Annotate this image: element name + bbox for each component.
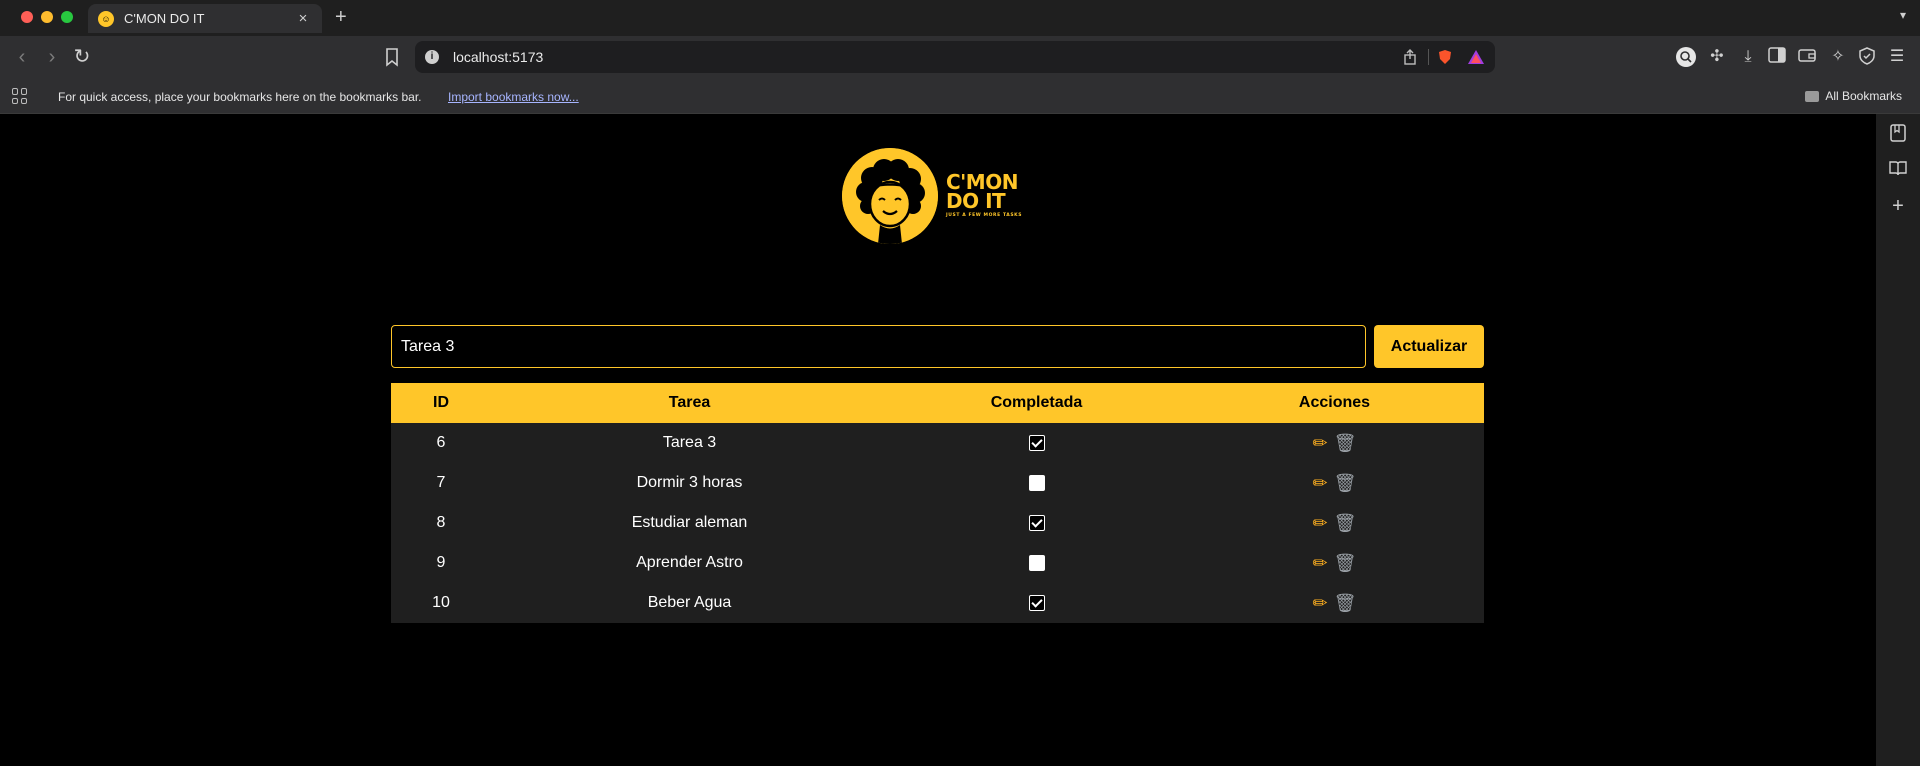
- add-panel-plus-icon[interactable]: +: [1888, 196, 1908, 216]
- table-header-row: ID Tarea Completada Acciones: [391, 383, 1484, 423]
- header-completed: Completada: [888, 383, 1185, 423]
- task-id: 6: [391, 423, 491, 463]
- browser-tab[interactable]: ☺ C'MON DO IT ×: [88, 4, 322, 33]
- url-text[interactable]: localhost:5173: [453, 49, 543, 65]
- update-button[interactable]: Actualizar: [1374, 325, 1484, 368]
- task-name: Dormir 3 horas: [491, 463, 888, 503]
- extensions-puzzle-icon[interactable]: ✣: [1707, 47, 1727, 67]
- brave-shields-icon[interactable]: [1437, 49, 1453, 65]
- maximize-window-button[interactable]: [61, 11, 73, 23]
- pencil-icon[interactable]: ✏: [1313, 593, 1328, 614]
- bookmarks-bar: For quick access, place your bookmarks h…: [0, 78, 1920, 114]
- search-lens-icon[interactable]: [1676, 47, 1696, 67]
- pencil-icon[interactable]: ✏: [1313, 473, 1328, 494]
- import-bookmarks-link[interactable]: Import bookmarks now...: [448, 90, 579, 104]
- tab-search-chevron-icon[interactable]: ▾: [1900, 8, 1906, 22]
- bookmark-icon[interactable]: [384, 47, 400, 67]
- forward-arrow-icon[interactable]: ›: [40, 45, 64, 69]
- wallet-icon[interactable]: [1797, 47, 1817, 67]
- logo-face-icon: [842, 148, 938, 244]
- trash-icon[interactable]: 🗑: [1334, 553, 1357, 574]
- share-icon[interactable]: [1403, 49, 1417, 65]
- header-actions: Acciones: [1185, 383, 1484, 423]
- vpn-shield-icon[interactable]: [1857, 47, 1877, 67]
- reading-list-icon[interactable]: [1888, 160, 1908, 180]
- apps-grid-icon[interactable]: [12, 88, 28, 104]
- table-row: 10 Beber Agua ✏ 🗑: [391, 583, 1484, 623]
- header-task: Tarea: [491, 383, 888, 423]
- task-name: Aprender Astro: [491, 543, 888, 583]
- side-panel-rail: +: [1876, 114, 1920, 766]
- browser-toolbar: ‹ › ↻ i localhost:5173 ✣ ⤓ ✧ ☰: [0, 36, 1920, 78]
- completed-checkbox[interactable]: [1028, 554, 1045, 571]
- table-row: 7 Dormir 3 horas ✏ 🗑: [391, 463, 1484, 503]
- cmon-do-it-logo: C'MON DO IT JUST A FEW MORE TASKS: [842, 148, 1022, 244]
- app-page: C'MON DO IT JUST A FEW MORE TASKS Actual…: [0, 114, 1876, 766]
- all-bookmarks-button[interactable]: All Bookmarks: [1805, 89, 1902, 103]
- table-row: 8 Estudiar aleman ✏ 🗑: [391, 503, 1484, 543]
- new-tab-button[interactable]: +: [335, 7, 347, 27]
- task-name: Estudiar aleman: [491, 503, 888, 543]
- completed-checkbox[interactable]: [1028, 514, 1045, 531]
- back-arrow-icon[interactable]: ‹: [10, 45, 34, 69]
- table-row: 6 Tarea 3 ✏ 🗑: [391, 423, 1484, 463]
- leo-ai-sparkle-icon[interactable]: ✧: [1828, 47, 1848, 67]
- app-favicon-icon: ☺: [98, 10, 114, 27]
- completed-checkbox[interactable]: [1028, 594, 1045, 611]
- divider: [1428, 49, 1429, 65]
- sidebar-toggle-icon[interactable]: [1767, 47, 1787, 67]
- close-tab-icon[interactable]: ×: [294, 10, 312, 27]
- pencil-icon[interactable]: ✏: [1313, 433, 1328, 454]
- header-id: ID: [391, 383, 491, 423]
- tasks-table: ID Tarea Completada Acciones 6 Tarea 3 ✏…: [391, 383, 1484, 623]
- completed-checkbox[interactable]: [1028, 434, 1045, 451]
- task-form: Actualizar: [391, 325, 1484, 368]
- reload-icon[interactable]: ↻: [70, 45, 94, 69]
- close-window-button[interactable]: [21, 11, 33, 23]
- trash-icon[interactable]: 🗑: [1334, 433, 1357, 454]
- logo-wordmark: C'MON DO IT JUST A FEW MORE TASKS: [946, 172, 1023, 219]
- folder-icon: [1805, 90, 1820, 102]
- task-name: Beber Agua: [491, 583, 888, 623]
- all-bookmarks-label: All Bookmarks: [1825, 89, 1902, 103]
- task-id: 7: [391, 463, 491, 503]
- task-input[interactable]: [391, 325, 1366, 368]
- site-info-icon[interactable]: i: [425, 50, 439, 64]
- tab-title: C'MON DO IT: [124, 11, 205, 26]
- bookmarks-panel-icon[interactable]: [1888, 124, 1908, 144]
- logo-line2: DO IT: [946, 189, 1006, 214]
- brave-rewards-icon[interactable]: [1467, 49, 1485, 65]
- bookmarks-hint-text: For quick access, place your bookmarks h…: [58, 90, 422, 104]
- trash-icon[interactable]: 🗑: [1334, 473, 1357, 494]
- minimize-window-button[interactable]: [41, 11, 53, 23]
- download-icon[interactable]: ⤓: [1738, 47, 1758, 67]
- table-row: 9 Aprender Astro ✏ 🗑: [391, 543, 1484, 583]
- task-id: 10: [391, 583, 491, 623]
- task-id: 8: [391, 503, 491, 543]
- task-name: Tarea 3: [491, 423, 888, 463]
- pencil-icon[interactable]: ✏: [1313, 553, 1328, 574]
- trash-icon[interactable]: 🗑: [1334, 593, 1357, 614]
- address-bar[interactable]: i localhost:5173: [415, 41, 1495, 73]
- logo-tagline: JUST A FEW MORE TASKS: [946, 213, 1023, 219]
- task-id: 9: [391, 543, 491, 583]
- browser-tab-bar: ☺ C'MON DO IT × + ▾: [0, 0, 1920, 36]
- pencil-icon[interactable]: ✏: [1313, 513, 1328, 534]
- menu-hamburger-icon[interactable]: ☰: [1887, 47, 1907, 67]
- trash-icon[interactable]: 🗑: [1334, 513, 1357, 534]
- completed-checkbox[interactable]: [1028, 474, 1045, 491]
